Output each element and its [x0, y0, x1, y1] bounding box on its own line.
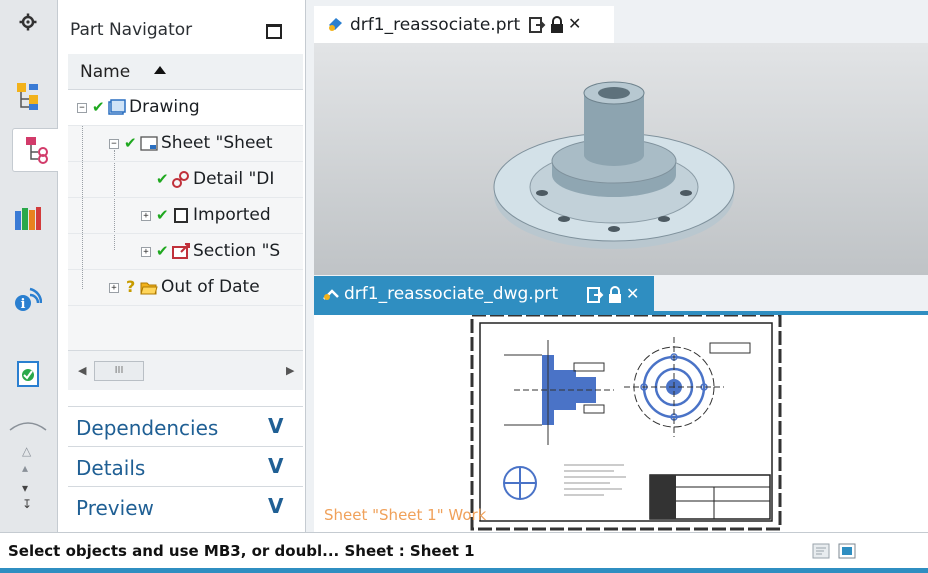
- tree-row-drawing[interactable]: − ✔ Drawing: [68, 90, 303, 126]
- checked-icon: ✔: [156, 206, 169, 224]
- dependencies-section[interactable]: Dependencies V: [68, 406, 303, 446]
- detail-view-icon: [172, 171, 189, 188]
- part-file-icon: [329, 18, 342, 31]
- status-message: Select objects and use MB3, or doubl... …: [8, 542, 475, 560]
- modified-icon: [529, 17, 546, 33]
- close-icon[interactable]: ✕: [568, 14, 581, 33]
- checked-icon: ✔: [124, 134, 137, 152]
- tab-drf1-reassociate-prt[interactable]: drf1_reassociate.prt ✕: [314, 6, 614, 43]
- drawing-file-icon: [323, 289, 339, 300]
- tree-row-label: Section "S: [193, 241, 281, 261]
- chevron-down-icon[interactable]: V: [268, 494, 283, 518]
- tree-row-imported[interactable]: + ✔ Imported: [68, 198, 303, 234]
- tree-row-label: Drawing: [129, 97, 200, 117]
- checked-icon: ✔: [156, 170, 169, 188]
- column-header-label: Name: [80, 62, 131, 82]
- navigator-tree: − ✔ Drawing − ✔ Sheet "Sheet ✔ Detail "D…: [68, 90, 303, 350]
- part-navigator-icon[interactable]: [12, 128, 59, 172]
- close-icon[interactable]: ✕: [626, 284, 639, 303]
- flange-part-model: [493, 81, 735, 249]
- svg-text:i: i: [21, 297, 26, 312]
- tree-row-detail[interactable]: ✔ Detail "DI: [68, 162, 303, 198]
- chevron-down-icon[interactable]: V: [268, 454, 283, 478]
- preview-section[interactable]: Preview V: [68, 486, 303, 526]
- reuse-library-icon[interactable]: [6, 196, 50, 240]
- tree-row-section[interactable]: + ✔ Section "S: [68, 234, 303, 270]
- tree-row-sheet[interactable]: − ✔ Sheet "Sheet: [68, 126, 303, 162]
- chevron-down-icon[interactable]: V: [268, 414, 283, 438]
- maximize-icon[interactable]: [266, 24, 282, 39]
- drawing-viewport[interactable]: Sheet "Sheet 1" Work: [314, 313, 928, 532]
- scroll-thumb[interactable]: III: [94, 361, 144, 381]
- sheet-icon: [140, 136, 158, 151]
- model-viewport[interactable]: [314, 43, 928, 275]
- window-bottom-strip: [0, 568, 928, 573]
- resource-bar: i △ ▴ ▾ ↧: [0, 0, 59, 532]
- assembly-navigator-icon[interactable]: [6, 74, 50, 118]
- lock-icon: [551, 16, 563, 33]
- question-icon: ?: [126, 277, 136, 296]
- section-view-icon: [172, 243, 190, 259]
- scroll-down-icon[interactable]: ▾: [22, 482, 28, 494]
- tab-label: drf1_reassociate.prt: [350, 15, 521, 35]
- navigator-title: Part Navigator: [70, 20, 193, 40]
- collapse-icon[interactable]: −: [77, 103, 87, 113]
- sort-ascending-icon: [154, 66, 166, 74]
- lock-icon: [609, 286, 621, 303]
- section-label: Preview: [76, 496, 154, 520]
- expand-icon[interactable]: +: [141, 247, 151, 257]
- folder-icon: [140, 282, 158, 295]
- scroll-bottom-icon[interactable]: ↧: [22, 498, 32, 510]
- settings-icon[interactable]: [6, 8, 50, 36]
- column-header-name[interactable]: Name: [68, 54, 303, 90]
- scroll-left-icon[interactable]: ◀: [78, 364, 86, 377]
- modified-icon: [587, 287, 604, 303]
- history-icon[interactable]: [6, 352, 50, 396]
- part-navigator-panel: Part Navigator Name − ✔ Drawing − ✔ Shee…: [58, 0, 306, 532]
- expand-icon[interactable]: +: [141, 211, 151, 221]
- tree-row-label: Detail "DI: [193, 169, 275, 189]
- expand-icon[interactable]: +: [109, 283, 119, 293]
- scroll-top-icon[interactable]: △: [22, 445, 31, 457]
- drawing-sheet: [470, 313, 782, 531]
- collapse-icon[interactable]: −: [109, 139, 119, 149]
- imported-view-icon: [174, 208, 188, 223]
- checked-icon: ✔: [92, 98, 105, 116]
- nx-window: i △ ▴ ▾ ↧ Part Navigator Name − ✔ Drawin…: [0, 0, 928, 573]
- selection-filter-icon[interactable]: [812, 542, 830, 560]
- details-section[interactable]: Details V: [68, 446, 303, 486]
- full-screen-icon[interactable]: [838, 542, 856, 560]
- tree-row-out-of-date[interactable]: + ? Out of Date: [68, 270, 303, 306]
- scroll-right-icon[interactable]: ▶: [286, 364, 294, 377]
- tree-row-label: Out of Date: [161, 277, 260, 297]
- section-label: Details: [76, 456, 146, 480]
- status-bar: Select objects and use MB3, or doubl... …: [0, 532, 928, 568]
- horizontal-scrollbar[interactable]: ◀ III ▶: [68, 350, 303, 390]
- checked-icon: ✔: [156, 242, 169, 260]
- tab-drf1-reassociate-dwg-prt[interactable]: drf1_reassociate_dwg.prt ✕: [314, 276, 654, 312]
- collapse-arc-icon: [8, 420, 48, 434]
- tree-row-label: Sheet "Sheet: [161, 133, 273, 153]
- sheet-work-label: Sheet "Sheet 1" Work: [324, 506, 487, 524]
- drawing-icon: [108, 99, 126, 115]
- scroll-up-icon[interactable]: ▴: [22, 462, 28, 474]
- section-label: Dependencies: [76, 416, 219, 440]
- tree-row-label: Imported: [193, 205, 271, 225]
- tab-label: drf1_reassociate_dwg.prt: [344, 284, 559, 304]
- roles-icon[interactable]: i: [6, 276, 50, 320]
